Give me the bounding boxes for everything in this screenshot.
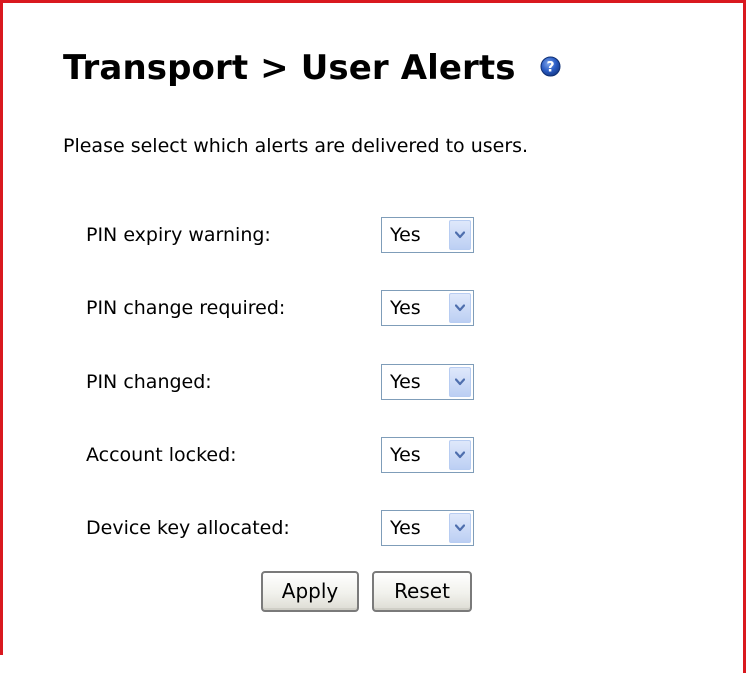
select-value: Yes [390,224,421,246]
alert-label: Device key allocated: [86,517,290,539]
alert-row-account-locked: Account locked: Yes [86,437,486,473]
select-value: Yes [390,517,421,539]
chevron-down-icon[interactable] [449,293,471,323]
alert-row-pin-expiry-warning: PIN expiry warning: Yes [86,217,486,253]
account-locked-select[interactable]: Yes [381,437,474,473]
chevron-down-icon[interactable] [449,440,471,470]
pin-change-required-select[interactable]: Yes [381,290,474,326]
help-icon[interactable]: ? [540,56,561,77]
apply-button[interactable]: Apply [261,571,359,612]
alert-row-pin-change-required: PIN change required: Yes [86,290,486,326]
select-value: Yes [390,371,421,393]
select-value: Yes [390,297,421,319]
select-value: Yes [390,444,421,466]
page-header: Transport > User Alerts ? [63,44,561,92]
alert-row-pin-changed: PIN changed: Yes [86,364,486,400]
reset-button[interactable]: Reset [372,571,472,612]
alert-label: PIN changed: [86,371,212,393]
alert-label: PIN expiry warning: [86,224,271,246]
alert-label: PIN change required: [86,297,286,319]
chevron-down-icon[interactable] [449,220,471,250]
chevron-down-icon[interactable] [449,513,471,543]
pin-changed-select[interactable]: Yes [381,364,474,400]
alert-row-device-key-allocated: Device key allocated: Yes [86,510,486,546]
alert-label: Account locked: [86,444,237,466]
page-title: Transport > User Alerts [63,48,516,88]
pin-expiry-warning-select[interactable]: Yes [381,217,474,253]
svg-text:?: ? [546,59,554,75]
device-key-allocated-select[interactable]: Yes [381,510,474,546]
chevron-down-icon[interactable] [449,367,471,397]
intro-text: Please select which alerts are delivered… [63,135,529,157]
